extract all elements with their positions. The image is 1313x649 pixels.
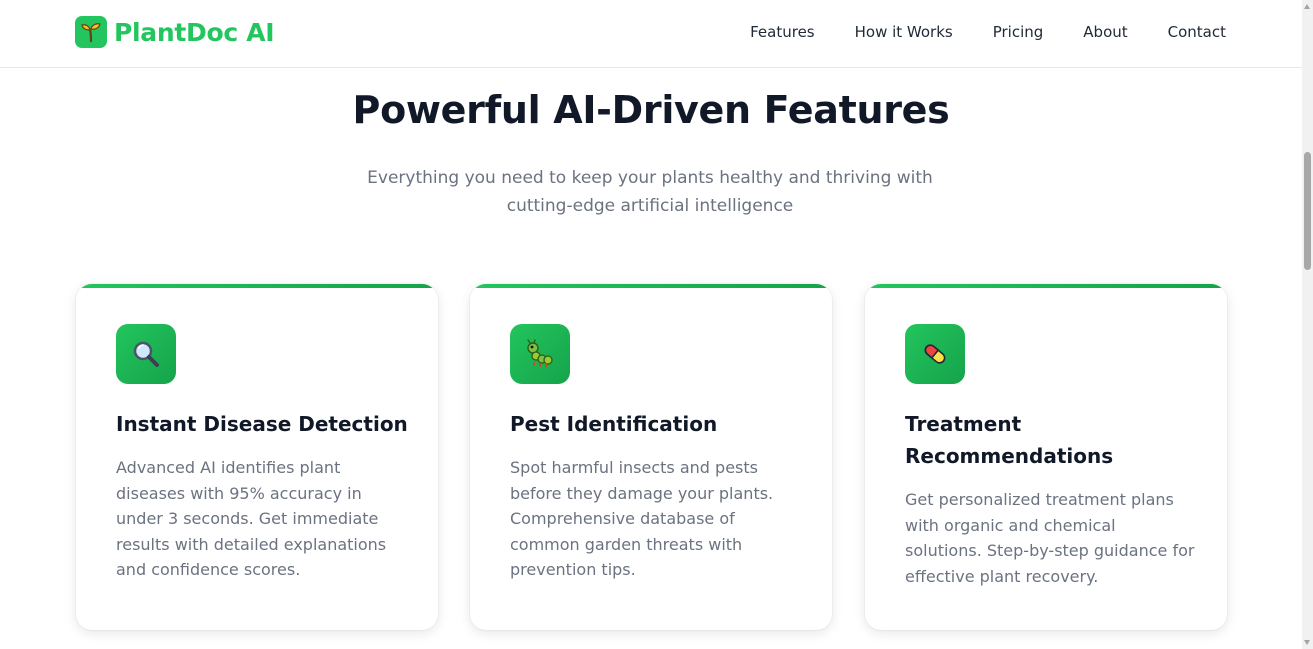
vertical-scrollbar[interactable] [1302,0,1313,649]
scroll-up-arrow-icon[interactable] [1304,4,1310,9]
feature-description: Spot harmful insects and pests before th… [510,458,774,580]
feature-description: Get personalized treatment plans with or… [905,490,1195,586]
scrollbar-thumb[interactable] [1304,152,1311,270]
feature-card-disease-detection: Instant Disease Detection Advanced AI id… [76,284,438,630]
sprout-icon [75,16,107,48]
nav-link-features[interactable]: Features [750,21,815,43]
feature-card-pest-identification: Pest Identification Spot harmful insects… [470,284,832,630]
section-title: Powerful AI-Driven Features [352,88,950,132]
caterpillar-icon [510,324,570,384]
brand-logo-link[interactable]: PlantDoc AI [75,16,275,48]
top-navbar: PlantDoc AI Features How it Works Pricin… [0,0,1302,68]
card-accent-bar [470,284,832,288]
feature-title: Treatment Recommendations [905,412,1114,468]
nav-link-contact[interactable]: Contact [1168,21,1226,43]
card-accent-bar [865,284,1227,288]
feature-card-treatment-recommendations: Treatment Recommendations Get personaliz… [865,284,1227,630]
section-subtitle: Everything you need to keep your plants … [367,168,933,216]
magnifying-glass-icon [116,324,176,384]
nav-link-how-it-works[interactable]: How it Works [855,21,953,43]
page: PlantDoc AI Features How it Works Pricin… [0,0,1313,649]
main-nav: Features How it Works Pricing About Cont… [710,21,1226,43]
feature-description: Advanced AI identifies plant diseases wi… [116,458,387,580]
feature-title: Pest Identification [510,412,718,436]
brand-name: PlantDoc AI [114,17,275,47]
pill-icon [905,324,965,384]
feature-title: Instant Disease Detection [116,412,408,436]
nav-link-about[interactable]: About [1083,21,1127,43]
scroll-down-arrow-icon[interactable] [1304,640,1310,645]
nav-link-pricing[interactable]: Pricing [993,21,1044,43]
card-accent-bar [76,284,438,288]
